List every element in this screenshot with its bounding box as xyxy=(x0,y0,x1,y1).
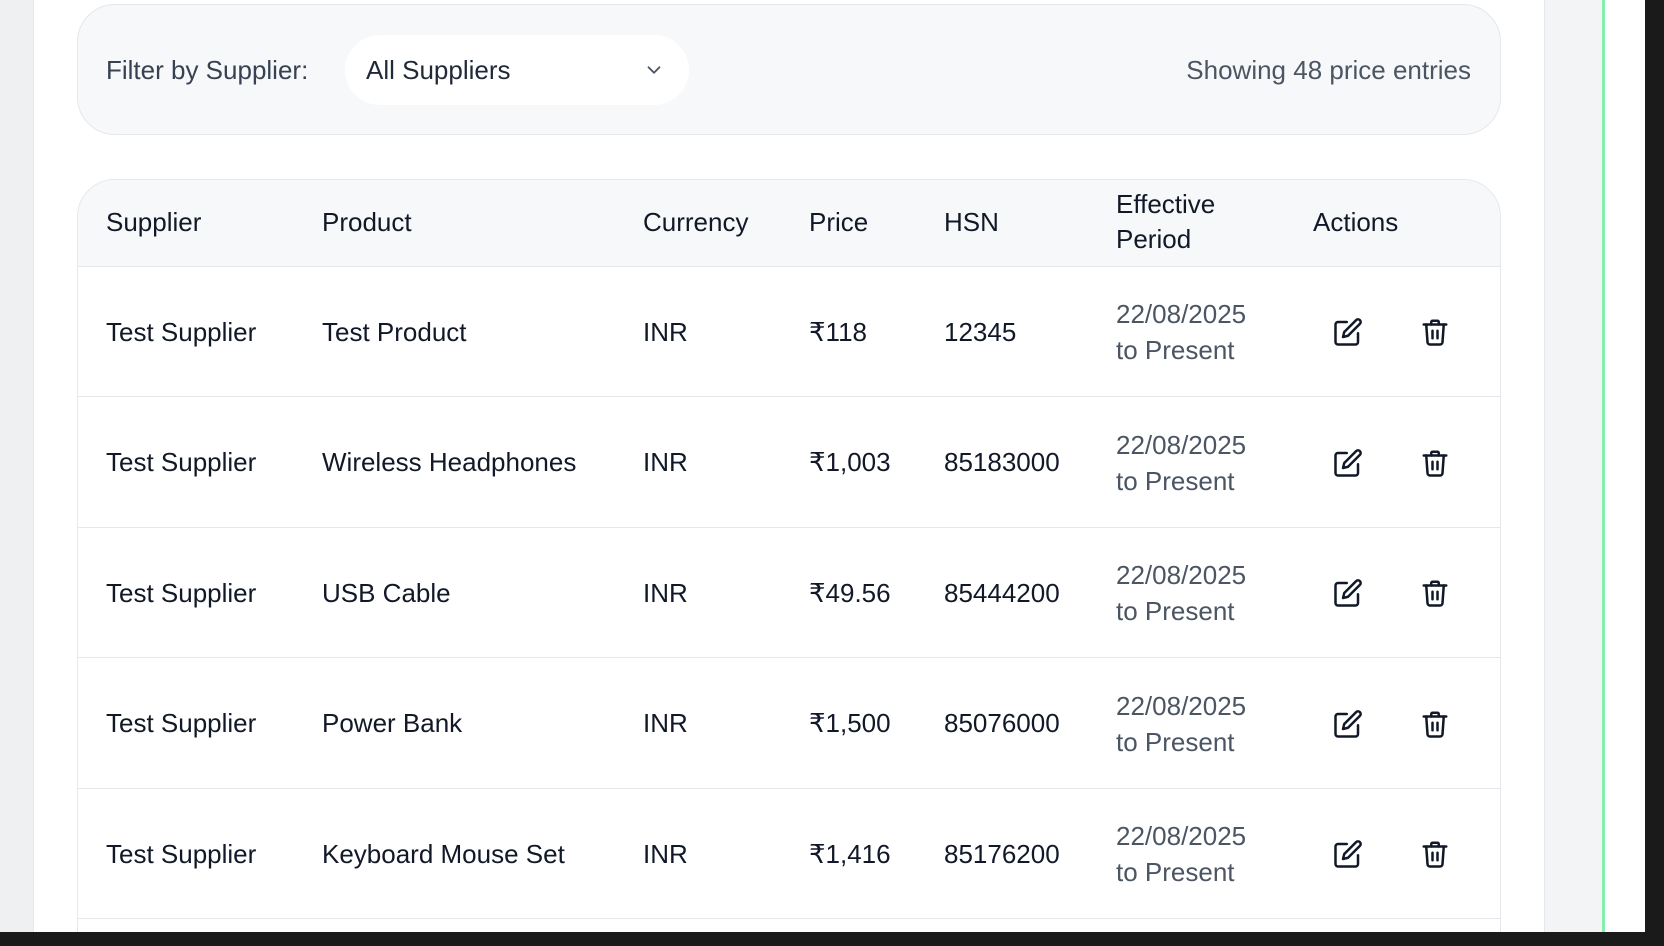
column-header-product: Product xyxy=(322,207,412,237)
edit-icon xyxy=(1333,317,1363,347)
cell-price: ₹1,003 xyxy=(809,447,891,477)
cell-hsn: 85183000 xyxy=(944,447,1060,477)
column-header-period-line1: Effective xyxy=(1116,189,1216,219)
adjacent-panel xyxy=(1605,0,1645,932)
edit-button[interactable] xyxy=(1323,568,1373,618)
cell-effective-period: 22/08/2025 to Present xyxy=(1116,267,1246,397)
table-row: Test Supplier Keyboard Mouse Set INR ₹1,416… xyxy=(78,789,1500,919)
edit-button[interactable] xyxy=(1323,307,1373,357)
edit-button[interactable] xyxy=(1323,829,1373,879)
period-end: to Present xyxy=(1116,335,1235,365)
column-header-period-line2: Period xyxy=(1116,224,1192,254)
cell-currency: INR xyxy=(643,838,688,869)
trash-icon xyxy=(1420,578,1450,608)
table-row: Test Supplier Power Bank INR ₹1,500 85076000… xyxy=(78,658,1500,789)
cell-product: Power Bank xyxy=(322,708,463,738)
trash-icon xyxy=(1420,709,1450,739)
edit-icon xyxy=(1333,839,1363,869)
chevron-down-icon xyxy=(647,66,661,74)
cell-product: USB Cable xyxy=(322,577,451,608)
edit-icon xyxy=(1333,448,1363,478)
period-start: 22/08/2025 xyxy=(1116,560,1247,590)
cell-price: ₹1,500 xyxy=(809,708,891,738)
delete-button[interactable] xyxy=(1410,568,1460,618)
cell-supplier: Test Supplier xyxy=(106,447,257,477)
column-header-price: Price xyxy=(809,207,869,237)
cell-hsn: 85444200 xyxy=(944,577,1060,608)
delete-button[interactable] xyxy=(1410,438,1460,488)
cell-supplier: Test Supplier xyxy=(106,838,257,869)
entries-count: Showing 48 price entries xyxy=(1186,55,1471,85)
edit-icon xyxy=(1333,578,1363,608)
column-header-supplier: Supplier xyxy=(106,207,202,237)
period-end: to Present xyxy=(1116,726,1235,757)
period-end: to Present xyxy=(1116,465,1235,496)
filter-bar: Filter by Supplier: All Suppliers Showin… xyxy=(77,4,1501,135)
cell-hsn: 85176200 xyxy=(944,838,1060,869)
edit-button[interactable] xyxy=(1323,438,1373,488)
cell-price: ₹49.56 xyxy=(809,577,891,608)
right-gutter xyxy=(1544,0,1602,932)
table-row: Test Supplier Test Product INR ₹118 12345 22/… xyxy=(78,267,1500,397)
cell-supplier: Test Supplier xyxy=(106,708,257,738)
cell-effective-period: 22/08/2025 to Present xyxy=(1116,659,1246,789)
delete-button[interactable] xyxy=(1410,307,1460,357)
cell-price: ₹118 xyxy=(809,316,867,347)
table-header: Supplier Product Currency Price HSN Effe… xyxy=(78,180,1500,267)
cell-price: ₹1,416 xyxy=(809,838,891,869)
trash-icon xyxy=(1420,317,1450,347)
period-start: 22/08/2025 xyxy=(1116,690,1247,721)
edit-icon xyxy=(1333,709,1363,739)
left-gutter xyxy=(0,0,34,932)
column-header-hsn: HSN xyxy=(944,207,999,237)
cell-effective-period: 22/08/2025 to Present xyxy=(1116,398,1246,528)
trash-icon xyxy=(1420,839,1450,869)
edit-button[interactable] xyxy=(1323,699,1373,749)
cell-currency: INR xyxy=(643,577,688,608)
cell-effective-period: 22/08/2025 to Present xyxy=(1116,789,1246,919)
column-header-currency: Currency xyxy=(643,207,749,237)
cell-product: Test Product xyxy=(322,316,467,347)
delete-button[interactable] xyxy=(1410,699,1460,749)
main-panel: Filter by Supplier: All Suppliers Showin… xyxy=(34,0,1544,932)
cell-supplier: Test Supplier xyxy=(106,577,257,608)
cell-supplier: Test Supplier xyxy=(106,316,257,347)
cell-currency: INR xyxy=(643,447,688,477)
price-table: Supplier Product Currency Price HSN Effe… xyxy=(77,179,1501,932)
trash-icon xyxy=(1420,448,1450,478)
supplier-select-value: All Suppliers xyxy=(366,54,511,85)
window-bottom-edge xyxy=(0,932,1664,946)
cell-product: Keyboard Mouse Set xyxy=(322,838,565,869)
period-end: to Present xyxy=(1116,857,1235,887)
table-row: Test Supplier USB Cable INR ₹49.56 85444200 2… xyxy=(78,528,1500,658)
period-start: 22/08/2025 xyxy=(1116,821,1247,851)
column-header-actions: Actions xyxy=(1313,207,1399,237)
app-screen: Filter by Supplier: All Suppliers Showin… xyxy=(0,0,1664,932)
filter-label: Filter by Supplier: xyxy=(106,55,309,85)
column-header-period: Effective Period xyxy=(1116,187,1215,257)
cell-currency: INR xyxy=(643,316,688,347)
table-row: Test Supplier Wireless Headphones INR ₹1,00… xyxy=(78,397,1500,528)
period-start: 22/08/2025 xyxy=(1116,429,1247,460)
window-edge xyxy=(1645,0,1664,946)
delete-button[interactable] xyxy=(1410,829,1460,879)
period-start: 22/08/2025 xyxy=(1116,299,1247,329)
cell-effective-period: 22/08/2025 to Present xyxy=(1116,528,1246,658)
cell-product: Wireless Headphones xyxy=(322,447,577,477)
supplier-select[interactable]: All Suppliers xyxy=(345,35,689,105)
cell-hsn: 85076000 xyxy=(944,708,1060,738)
cell-hsn: 12345 xyxy=(944,316,1017,347)
period-end: to Present xyxy=(1116,596,1235,626)
cell-currency: INR xyxy=(643,708,688,738)
